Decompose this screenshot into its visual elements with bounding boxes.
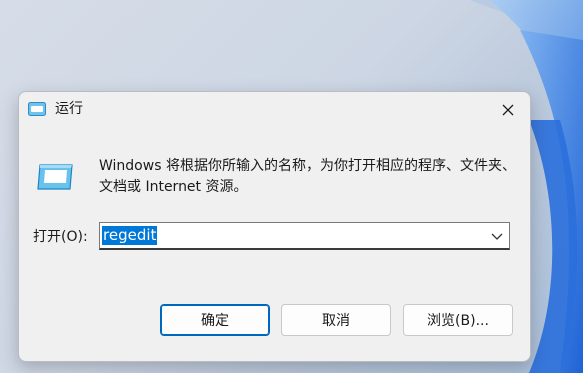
chevron-down-icon[interactable] [491,231,503,241]
description-text: Windows 将根据你所输入的名称，为你打开相应的程序、文件夹、文档或 Int… [99,158,516,195]
browse-button[interactable]: 浏览(B)... [403,304,513,336]
ok-button[interactable]: 确定 [160,304,270,336]
desktop-background: 运行 Windows 将根据你所输入的名称，为你打开相应的程序、文件夹、文档或 … [0,0,583,373]
title-bar[interactable]: 运行 [19,92,530,128]
run-app-icon [28,102,46,116]
window-title: 运行 [55,101,83,117]
run-dialog: 运行 Windows 将根据你所输入的名称，为你打开相应的程序、文件夹、文档或 … [18,91,531,362]
open-label: 打开(O): [33,229,88,245]
open-input-value[interactable]: regedit [102,226,158,245]
close-icon [502,104,514,116]
close-button[interactable] [496,98,520,122]
run-app-icon [37,164,73,190]
open-combobox[interactable]: regedit [99,222,510,250]
cancel-button[interactable]: 取消 [281,304,391,336]
